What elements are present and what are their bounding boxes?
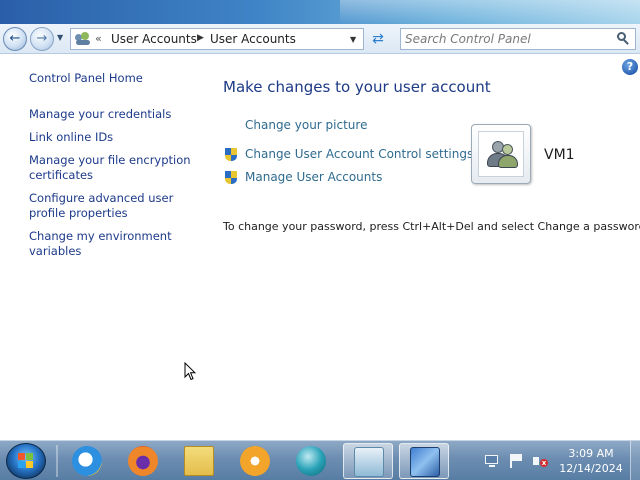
address-toolbar: ← → ▼ « User Accounts ▶ User Accounts ▼ …	[0, 24, 640, 54]
start-button[interactable]	[6, 443, 46, 479]
advanced-user-profile-link[interactable]: Configure advanced user profile properti…	[29, 191, 199, 221]
volume-muted-icon[interactable]: x	[532, 453, 548, 469]
notification-area: x	[478, 449, 558, 473]
taskbar-file-explorer[interactable]	[174, 443, 224, 479]
password-note: To change your password, press Ctrl+Alt+…	[223, 220, 640, 233]
clock-time: 3:09 AM	[568, 447, 614, 460]
recent-pages-dropdown-icon[interactable]: ▼	[57, 33, 63, 42]
refresh-icon: ⇄	[372, 31, 384, 47]
control-panel-window: ← → ▼ « User Accounts ▶ User Accounts ▼ …	[0, 0, 640, 480]
control-panel-home-link[interactable]: Control Panel Home	[29, 71, 199, 86]
environment-variables-link[interactable]: Change my environment variables	[29, 229, 199, 259]
taskbar: x 3:09 AM 12/14/2024	[0, 440, 640, 480]
taskbar-media-player[interactable]	[230, 443, 280, 479]
window-title-bar	[0, 0, 640, 24]
control-panel-icon	[354, 447, 384, 477]
manage-user-accounts-link[interactable]: Manage User Accounts	[245, 170, 382, 184]
uac-shield-icon	[223, 147, 239, 163]
search-input[interactable]	[405, 31, 605, 47]
uac-shield-icon	[223, 170, 239, 186]
change-picture-link[interactable]: Change your picture	[245, 118, 367, 132]
forward-button[interactable]: →	[30, 27, 54, 51]
search-icon[interactable]	[616, 32, 630, 46]
show-desktop-button[interactable]	[630, 441, 640, 480]
user-accounts-icon	[75, 32, 91, 46]
taskbar-control-panel[interactable]	[343, 443, 393, 479]
link-online-ids-link[interactable]: Link online IDs	[29, 130, 199, 145]
address-dropdown-icon[interactable]: ▼	[350, 35, 356, 44]
arrow-right-icon: →	[36, 31, 48, 46]
action-center-flag-icon[interactable]	[508, 453, 524, 469]
help-icon[interactable]: ?	[622, 59, 638, 75]
network-icon[interactable]	[484, 453, 500, 469]
taskbar-remote-desktop[interactable]	[399, 443, 449, 479]
media-player-icon	[240, 446, 270, 476]
internet-explorer-icon	[72, 446, 102, 476]
globe-app-icon	[296, 446, 326, 476]
breadcrumb-item-user-accounts-current[interactable]: User Accounts	[210, 32, 296, 46]
windows-logo-icon	[18, 453, 35, 469]
taskbar-globe-app[interactable]	[286, 443, 336, 479]
file-encryption-certificates-link[interactable]: Manage your file encryption certificates	[29, 153, 199, 183]
content-area: ? Control Panel Home Manage your credent…	[0, 55, 640, 440]
file-explorer-icon	[184, 446, 214, 476]
user-picture-icon[interactable]	[471, 124, 531, 184]
clock-date: 12/14/2024	[559, 462, 623, 475]
breadcrumb-separator-icon[interactable]: ▶	[197, 33, 204, 43]
breadcrumb-item-user-accounts[interactable]: User Accounts	[111, 32, 197, 46]
page-title: Make changes to your user account	[223, 78, 491, 96]
breadcrumb[interactable]: « User Accounts ▶ User Accounts ▼	[70, 28, 364, 50]
breadcrumb-overflow-icon[interactable]: «	[95, 32, 102, 45]
user-name: VM1	[544, 147, 575, 163]
manage-credentials-link[interactable]: Manage your credentials	[29, 107, 199, 122]
change-uac-settings-link[interactable]: Change User Account Control settings	[245, 147, 473, 161]
firefox-icon	[128, 446, 158, 476]
search-box[interactable]	[400, 28, 636, 50]
arrow-left-icon: ←	[9, 31, 21, 46]
refresh-button[interactable]: ⇄	[368, 30, 388, 48]
remote-desktop-icon	[410, 447, 440, 477]
mouse-cursor-icon	[184, 362, 196, 381]
back-button[interactable]: ←	[3, 27, 27, 51]
system-clock[interactable]: 3:09 AM 12/14/2024	[558, 446, 624, 476]
taskbar-divider	[56, 445, 58, 477]
taskbar-firefox[interactable]	[118, 443, 168, 479]
taskbar-internet-explorer[interactable]	[62, 443, 112, 479]
